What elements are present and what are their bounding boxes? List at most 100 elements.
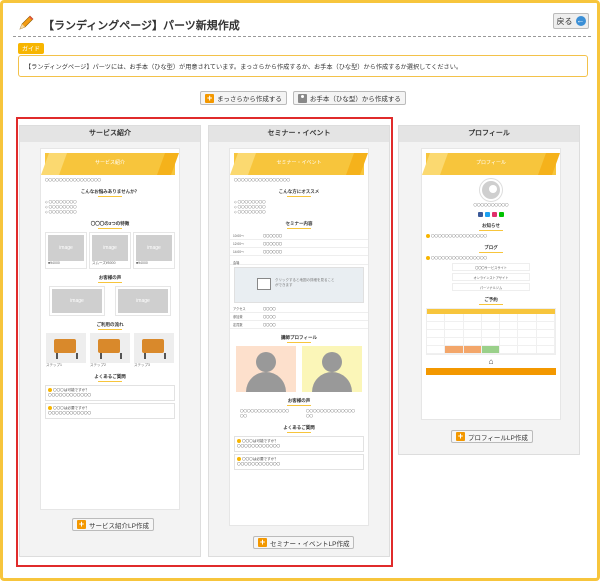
calendar-cell: [481, 322, 501, 330]
plus-icon: +: [77, 519, 86, 529]
preview-reviews: 〇〇〇〇〇〇〇〇〇〇〇〇〇〇〇〇 〇〇〇〇〇〇〇〇〇〇〇〇〇〇〇〇: [240, 409, 355, 418]
schedule-row: 14:00〜 〇〇〇〇〇〇: [230, 248, 368, 256]
template-preview-profile[interactable]: プロフィール 〇〇〇〇〇〇〇〇〇〇 お知らせ 〇〇〇〇〇〇〇〇〇〇〇〇〇〇〇〇 …: [421, 148, 561, 420]
back-button[interactable]: 戻る ←: [553, 13, 589, 29]
profile-avatar: [480, 179, 502, 201]
app-frame: 【ランディングページ】パーツ新規作成 戻る ← ガイド 【ランディングページ】パ…: [0, 0, 600, 581]
faq-item: 〇〇〇は可能ですか？ 〇〇〇〇〇〇〇〇〇〇〇〇: [234, 436, 364, 452]
create-service-lp-button[interactable]: + サービス紹介LP作成: [72, 518, 154, 531]
calendar-cell: [481, 346, 501, 354]
template-preview-service[interactable]: サービス紹介 〇〇〇〇〇〇〇〇〇〇〇〇〇〇〇〇 こんなお悩みありませんか？ ◇ …: [40, 148, 180, 510]
calendar-cell: [518, 330, 537, 338]
template-card-profile[interactable]: プロフィール プロフィール 〇〇〇〇〇〇〇〇〇〇 お知らせ 〇〇〇〇〇〇〇〇〇〇…: [398, 125, 580, 455]
calendar-cell: [427, 314, 446, 322]
create-seminar-lp-label: セミナー・イベントLP作成: [270, 540, 350, 548]
feature-card: image ■¥4000: [45, 232, 87, 269]
info-row: 参加費 〇〇〇〇: [230, 313, 368, 321]
calendar-cell: [518, 338, 537, 346]
person-icon: [297, 93, 307, 103]
preview-banner: セミナー・イベント: [234, 153, 364, 175]
create-from-template-label: お手本（ひな型）から作成する: [309, 96, 401, 103]
page-header: 【ランディングページ】パーツ新規作成 戻る ←: [13, 11, 591, 37]
feature-card: image ■¥4000: [133, 232, 175, 269]
create-seminar-lp-button[interactable]: + セミナー・イベントLP作成: [253, 536, 355, 549]
preview-text: 〇〇〇〇〇〇〇〇〇〇: [473, 203, 509, 207]
create-blank-button[interactable]: + まっさらから作成する: [200, 91, 287, 105]
social-icons: [422, 212, 560, 217]
speaker-avatar: [236, 346, 296, 392]
create-options: + まっさらから作成する お手本（ひな型）から作成する: [3, 91, 600, 105]
create-profile-lp-button[interactable]: + プロフィールLP作成: [451, 430, 533, 443]
map-icon: [257, 278, 271, 290]
guide-text: 【ランディングページ】パーツには、お手本（ひな型）が用意されています。まっさらか…: [18, 55, 588, 77]
template-title: セミナー・イベント: [209, 126, 389, 142]
preview-section-title: ブログ: [484, 245, 498, 250]
calendar-cell: [463, 314, 482, 322]
template-preview-seminar[interactable]: セミナー・イベント 〇〇〇〇〇〇〇〇〇〇〇〇〇〇〇〇 こんな方にオススメ ◇ 〇…: [229, 148, 369, 526]
guide-panel: ガイド 【ランディングページ】パーツには、お手本（ひな型）が用意されています。ま…: [18, 43, 588, 77]
preview-section-title: お客様の声: [287, 398, 311, 403]
plus-icon: +: [205, 92, 215, 103]
info-row: 会場: [230, 260, 368, 265]
calendar-cell: [500, 330, 519, 338]
preview-section-title: 〇〇〇の3つの特徴: [90, 221, 130, 226]
info-row: 定員数 〇〇〇〇: [230, 321, 368, 329]
template-title: プロフィール: [399, 126, 579, 142]
step-card: ステップ2: [90, 333, 130, 368]
preview-section-title: 講師プロフィール: [281, 335, 317, 340]
info-row: アクセス 〇〇〇〇: [230, 305, 368, 313]
calendar-cell: [463, 330, 482, 338]
link-item: パーソナルジム: [452, 283, 530, 291]
link-item: 〇〇〇サービスサイト: [452, 263, 530, 271]
calendar-cell: [463, 338, 482, 346]
faq-item: 〇〇〇は可能ですか？ 〇〇〇〇〇〇〇〇〇〇〇〇: [45, 385, 175, 401]
preview-section-title: こんなお悩みありませんか？: [80, 189, 140, 194]
booking-bar: [426, 368, 556, 375]
line-icon: [499, 212, 504, 217]
preview-speakers: [230, 346, 368, 392]
calendar-cell: [536, 322, 555, 330]
create-profile-lp-label: プロフィールLP作成: [468, 434, 528, 442]
back-button-label: 戻る: [556, 16, 573, 26]
page-title: 【ランディングページ】パーツ新規作成: [43, 20, 240, 32]
calendar-cell: [500, 346, 519, 354]
calendar-cell: [445, 346, 464, 354]
calendar-cell: [463, 346, 482, 354]
plus-icon: +: [456, 431, 465, 441]
calendar-cell: [481, 330, 501, 338]
calendar-cell: [445, 330, 464, 338]
calendar-cell: [536, 314, 555, 322]
calendar-cell: [500, 338, 519, 346]
map-placeholder: クリックすると地図の詳細を見ることができます: [234, 267, 364, 303]
preview-section-title: よくあるご質問: [283, 425, 315, 430]
back-arrow-icon: ←: [575, 16, 586, 26]
calendar-cell: [536, 346, 555, 354]
home-icon: ⌂: [488, 357, 494, 366]
preview-text: 〇〇〇〇〇〇〇〇〇〇〇〇〇〇〇〇: [45, 178, 101, 182]
create-blank-label: まっさらから作成する: [217, 96, 282, 103]
preview-text: 〇〇〇〇〇〇〇〇〇〇〇〇〇〇〇〇: [234, 178, 290, 182]
pencil-icon: [19, 15, 34, 30]
calendar-cell: [536, 330, 555, 338]
map-text: クリックすると地図の詳細を見ることができます: [275, 278, 335, 287]
speaker-avatar: [302, 346, 362, 392]
preview-features: image ■¥4000 image スムーズ¥5000 image ■¥4000: [41, 232, 179, 269]
feature-card: image スムーズ¥5000: [89, 232, 131, 269]
template-card-seminar[interactable]: セミナー・イベント セミナー・イベント 〇〇〇〇〇〇〇〇〇〇〇〇〇〇〇〇 こんな…: [208, 125, 390, 557]
preview-reviews: image image: [41, 286, 179, 316]
calendar-cell: [445, 322, 464, 330]
calendar-cell: [427, 330, 446, 338]
faq-item: 〇〇〇は必要ですか？ 〇〇〇〇〇〇〇〇〇〇〇〇: [234, 454, 364, 470]
preview-banner: プロフィール: [426, 153, 556, 175]
preview-section-title: セミナー内容: [285, 221, 313, 226]
template-card-service[interactable]: サービス紹介 サービス紹介 〇〇〇〇〇〇〇〇〇〇〇〇〇〇〇〇 こんなお悩みありま…: [19, 125, 201, 557]
calendar-cell: [481, 314, 501, 322]
calendar-cell: [500, 314, 519, 322]
calendar-cell: [536, 338, 555, 346]
step-card: ステップ3: [134, 333, 174, 368]
blog-item: 〇〇〇〇〇〇〇〇〇〇〇〇〇〇〇〇: [422, 256, 560, 261]
create-from-template-button[interactable]: お手本（ひな型）から作成する: [292, 91, 406, 105]
calendar-cell: [463, 322, 482, 330]
twitter-icon: [485, 212, 490, 217]
calendar-cell: [500, 322, 519, 330]
